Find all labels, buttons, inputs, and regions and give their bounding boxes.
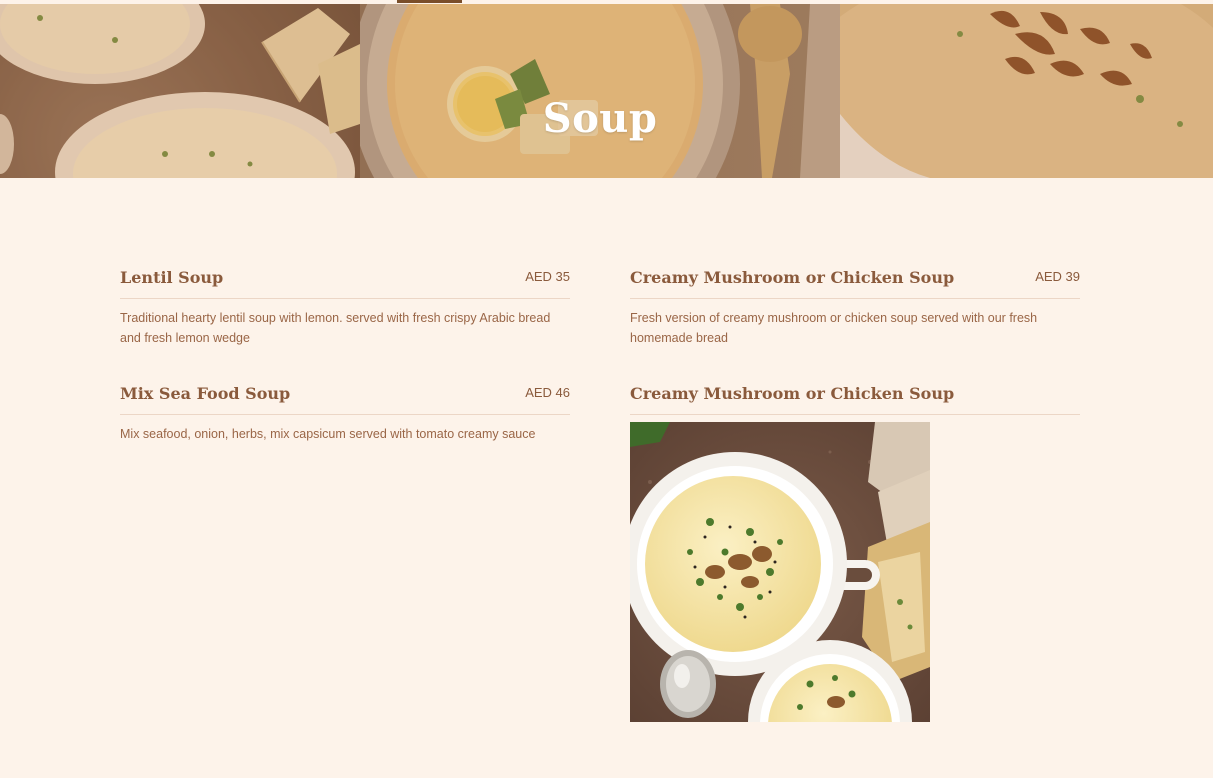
- menu-item-description: Mix seafood, onion, herbs, mix capsicum …: [120, 427, 536, 441]
- menu-item-header: Lentil Soup AED 35: [120, 268, 570, 299]
- menu-item-name: Mix Sea Food Soup: [120, 384, 291, 403]
- menu-item-mix-sea-food-soup: Mix Sea Food Soup AED 46 Mix seafood, on…: [120, 384, 570, 444]
- hero-tint-overlay: [0, 4, 1213, 178]
- menu-item-price: AED 46: [525, 385, 570, 400]
- menu-item-header: Creamy Mushroom or Chicken Soup: [630, 384, 1080, 415]
- menu-item-name: Lentil Soup: [120, 268, 224, 287]
- menu-item-description: Fresh version of creamy mushroom or chic…: [630, 311, 1038, 345]
- menu-item-description: Traditional hearty lentil soup with lemo…: [120, 311, 551, 345]
- menu-item-lentil-soup: Lentil Soup AED 35 Traditional hearty le…: [120, 268, 570, 348]
- menu-item-creamy-mushroom-soup-featured: Creamy Mushroom or Chicken Soup: [630, 384, 1080, 415]
- menu-item-header: Mix Sea Food Soup AED 46: [120, 384, 570, 415]
- menu-item-header: Creamy Mushroom or Chicken Soup AED 39: [630, 268, 1080, 299]
- menu-item-creamy-mushroom-soup: Creamy Mushroom or Chicken Soup AED 39 F…: [630, 268, 1080, 348]
- menu-item-name: Creamy Mushroom or Chicken Soup: [630, 384, 955, 403]
- top-strip: [0, 0, 1213, 4]
- page-title: Soup: [542, 94, 658, 142]
- active-tab-indicator: [397, 0, 462, 3]
- menu-item-name: Creamy Mushroom or Chicken Soup: [630, 268, 955, 287]
- hero-banner: Soup: [0, 0, 1213, 178]
- menu-item-price: AED 35: [525, 269, 570, 284]
- menu-item-price: AED 39: [1035, 269, 1080, 284]
- soup-bowls-photo: [630, 422, 930, 722]
